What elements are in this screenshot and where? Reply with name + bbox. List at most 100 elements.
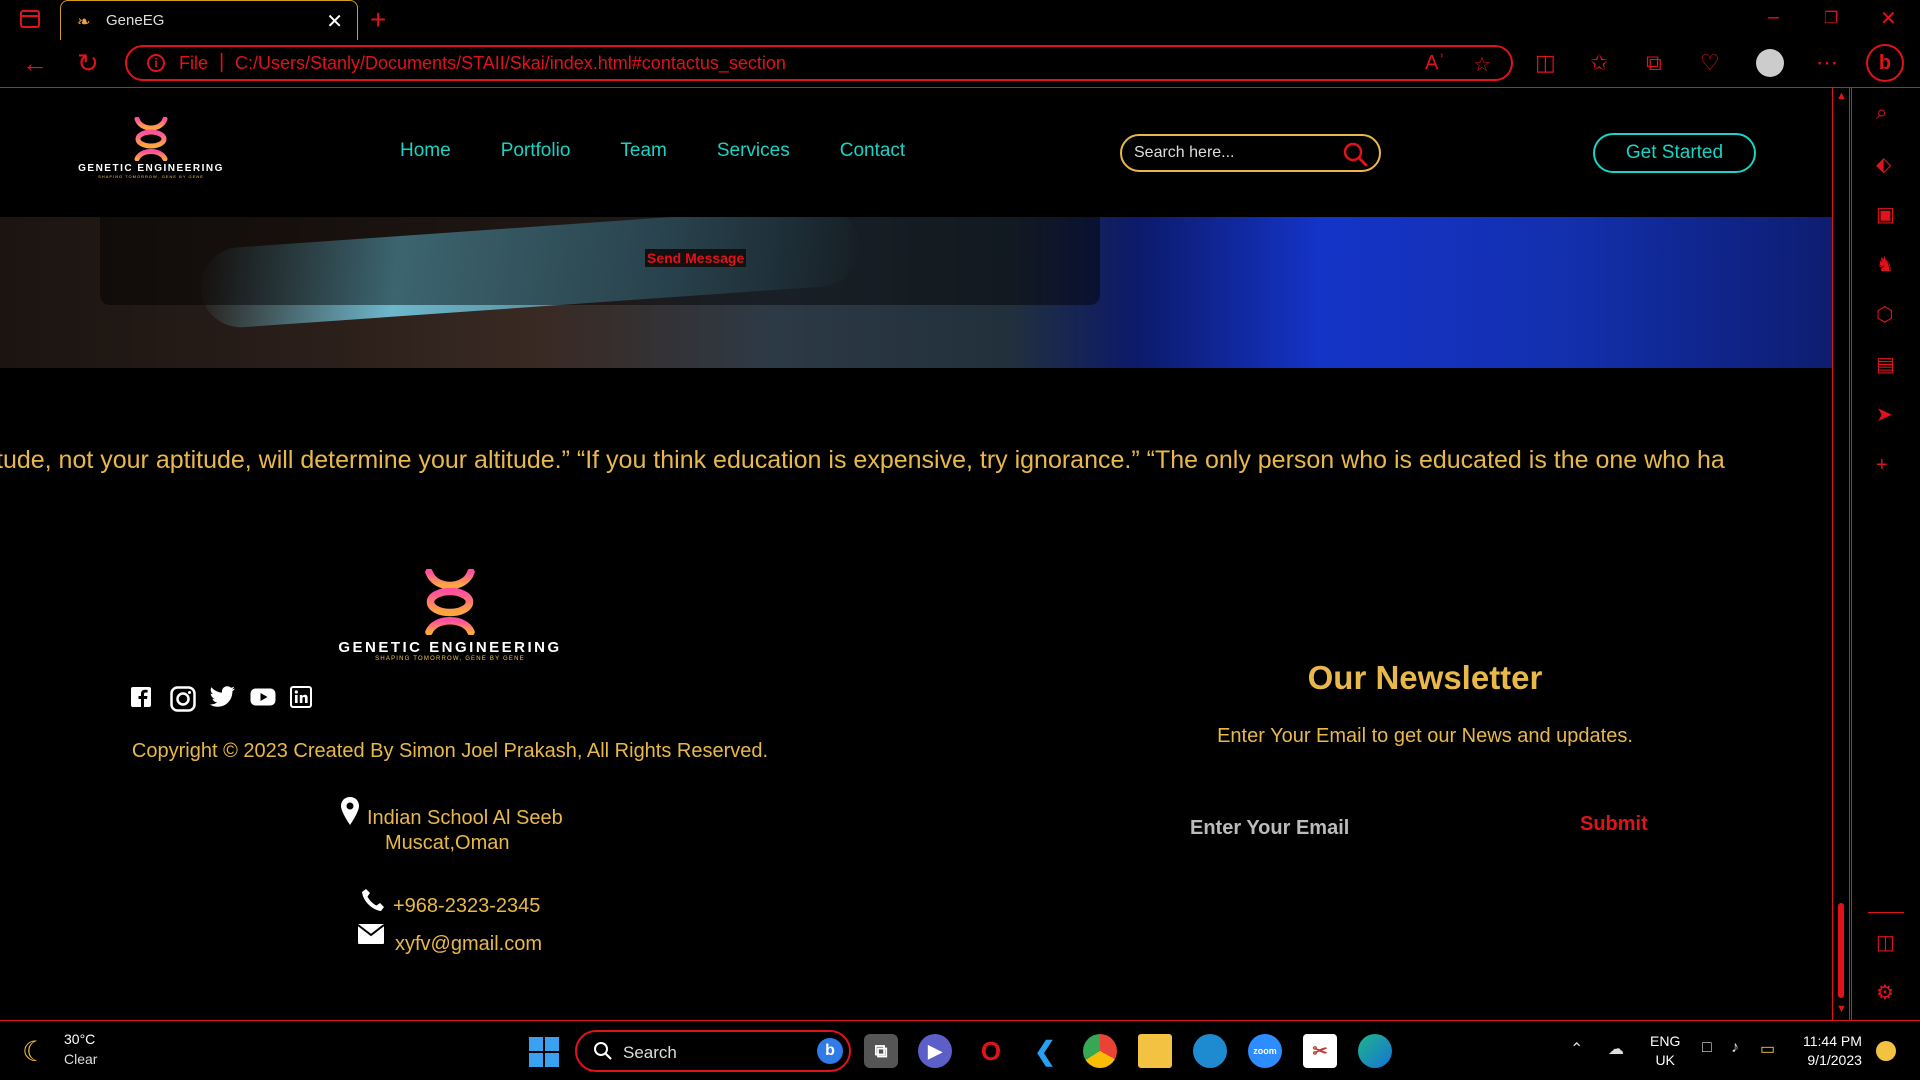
search-icon[interactable]	[1341, 140, 1369, 168]
language-indicator[interactable]: ENG UK	[1650, 1032, 1680, 1070]
contact-hero-banner: Send Message	[0, 217, 1832, 368]
nav-services[interactable]: Services	[717, 140, 790, 162]
scrollbar-thumb[interactable]	[1838, 903, 1844, 998]
m365-icon[interactable]: ⬡	[1876, 302, 1893, 327]
send-message-button[interactable]: Send Message	[645, 249, 747, 267]
nav-portfolio[interactable]: Portfolio	[501, 140, 571, 162]
edge-icon[interactable]	[1358, 1034, 1392, 1068]
facebook-icon[interactable]	[130, 686, 152, 708]
bing-icon: b	[817, 1038, 843, 1064]
newsletter-submit-button[interactable]: Submit	[1580, 813, 1648, 836]
close-window-icon[interactable]: ✕	[1880, 6, 1897, 31]
footer-logo-tagline: SHAPING TOMORROW, GENE BY GENE	[375, 656, 525, 662]
zoom-icon[interactable]: zoom	[1248, 1034, 1282, 1068]
restore-icon[interactable]: ❐	[1824, 8, 1838, 28]
split-screen-icon[interactable]: ◫	[1535, 50, 1556, 76]
add-sidebar-icon[interactable]: +	[1876, 454, 1888, 477]
newsletter-email-input[interactable]	[1190, 811, 1520, 845]
network-icon[interactable]: □	[1702, 1039, 1712, 1057]
onedrive-cloud-icon[interactable]: ☁	[1608, 1039, 1624, 1059]
nav-home[interactable]: Home	[400, 140, 451, 162]
task-view-icon[interactable]: ⧉	[864, 1034, 898, 1068]
collections-icon[interactable]: ⧉	[1646, 50, 1662, 76]
phone-number[interactable]: +968-2323-2345	[393, 895, 540, 918]
clock-time: 11:44 PM	[1803, 1033, 1862, 1049]
show-hidden-icons-icon[interactable]: ⌃	[1570, 1039, 1583, 1059]
weather-condition: Clear	[64, 1051, 98, 1067]
new-tab-icon[interactable]: +	[370, 4, 386, 36]
opera-icon[interactable]: O	[974, 1034, 1008, 1068]
copyright-text: Copyright © 2023 Created By Simon Joel P…	[131, 740, 769, 762]
get-started-button[interactable]: Get Started	[1593, 133, 1756, 173]
language-code: ENG	[1650, 1033, 1681, 1049]
sidebar-divider	[1868, 912, 1904, 913]
search-sidebar-icon[interactable]: ⌕	[1876, 102, 1887, 125]
battery-icon[interactable]: ▭	[1760, 1039, 1775, 1059]
games-icon[interactable]: ♞	[1876, 252, 1894, 277]
url-text[interactable]: C:/Users/Stanly/Documents/STAII/Skai/ind…	[235, 53, 786, 74]
web-page: GENETIC ENGINEERING SHAPING TOMORROW, GE…	[0, 89, 1832, 1020]
email-address[interactable]: xyfv@gmail.com	[395, 933, 542, 956]
settings-gear-icon[interactable]: ⚙	[1876, 980, 1894, 1005]
newsletter-section: Our Newsletter Enter Your Email to get o…	[1100, 659, 1750, 748]
nav-contact[interactable]: Contact	[840, 140, 905, 162]
outlook-icon[interactable]: ▤	[1876, 352, 1895, 377]
location-pin-icon	[341, 797, 359, 825]
footer-email: xyfv@gmail.com	[357, 923, 542, 955]
hide-sidebar-icon[interactable]: ◫	[1876, 930, 1895, 955]
send-icon[interactable]: ➤	[1876, 402, 1893, 427]
close-tab-icon[interactable]: ✕	[326, 9, 343, 34]
address-toolbar: ← ↻ i File | C:/Users/Stanly/Documents/S…	[0, 40, 1920, 88]
tools-icon[interactable]: ▣	[1876, 202, 1895, 227]
windows-taskbar: ☾ 30°C Clear Search b ⧉ ▶ O ❮ zoom ✂ ⌃ ☁…	[0, 1020, 1920, 1080]
read-aloud-icon[interactable]: Aʾ	[1425, 52, 1445, 75]
minimize-icon[interactable]: –	[1768, 6, 1779, 29]
edge-dev-icon[interactable]	[1193, 1034, 1227, 1068]
copilot-icon[interactable]: b	[1866, 44, 1904, 82]
page-scrollbar[interactable]: ▲ ▼	[1832, 88, 1850, 1020]
language-region: UK	[1655, 1052, 1675, 1068]
back-icon[interactable]: ←	[22, 48, 48, 79]
favorites-icon[interactable]: ✩	[1590, 50, 1608, 76]
youtube-icon[interactable]	[250, 686, 276, 708]
url-separator: |	[219, 51, 225, 73]
tab-title: GeneEG	[106, 12, 165, 29]
scroll-up-icon[interactable]: ▲	[1836, 90, 1847, 102]
teams-chat-icon[interactable]: ▶	[918, 1034, 952, 1068]
snipping-tool-icon[interactable]: ✂	[1303, 1034, 1337, 1068]
dna-favicon-icon: ❧	[77, 14, 91, 31]
search-input[interactable]	[1134, 142, 1334, 164]
linkedin-icon[interactable]	[290, 686, 312, 708]
scroll-down-icon[interactable]: ▼	[1836, 1003, 1847, 1015]
favorite-star-icon[interactable]: ☆	[1473, 52, 1491, 77]
system-clock[interactable]: 11:44 PM 9/1/2023	[1803, 1032, 1862, 1070]
site-logo[interactable]: GENETIC ENGINEERING SHAPING TOMORROW, GE…	[76, 117, 226, 179]
social-links	[130, 686, 312, 712]
quotes-marquee: tude, not your aptitude, will determine …	[0, 446, 1832, 480]
taskbar-search[interactable]: Search b	[575, 1030, 851, 1072]
browser-tab[interactable]: ❧ GeneEG ✕	[60, 0, 358, 40]
nav-team[interactable]: Team	[620, 140, 666, 162]
shopping-tag-icon[interactable]: ⬖	[1876, 152, 1891, 177]
site-header: GENETIC ENGINEERING SHAPING TOMORROW, GE…	[0, 89, 1832, 217]
file-explorer-icon[interactable]	[1138, 1034, 1172, 1068]
more-menu-icon[interactable]: ⋯	[1816, 50, 1838, 76]
windows-start-icon[interactable]	[529, 1037, 559, 1067]
profile-avatar[interactable]	[1756, 49, 1784, 77]
twitter-icon[interactable]	[209, 686, 235, 708]
address-bar[interactable]: i File | C:/Users/Stanly/Documents/STAII…	[125, 45, 1513, 81]
refresh-icon[interactable]: ↻	[77, 48, 99, 79]
notification-icon[interactable]	[1876, 1041, 1896, 1061]
chrome-icon[interactable]	[1083, 1034, 1117, 1068]
contact-form-card: Send Message	[100, 217, 1100, 305]
browser-essentials-icon[interactable]: ♡	[1700, 50, 1720, 76]
vscode-icon[interactable]: ❮	[1028, 1034, 1062, 1068]
hero-background-glyphs	[1206, 217, 1832, 368]
instagram-icon[interactable]	[170, 686, 196, 712]
site-info-icon[interactable]: i	[147, 54, 165, 72]
tab-actions-icon[interactable]	[20, 10, 40, 28]
taskbar-search-label: Search	[623, 1043, 677, 1062]
address-line-2: Muscat,Oman	[385, 832, 510, 854]
main-nav: Home Portfolio Team Services Contact	[400, 140, 905, 162]
volume-icon[interactable]: ♪	[1731, 1039, 1739, 1057]
